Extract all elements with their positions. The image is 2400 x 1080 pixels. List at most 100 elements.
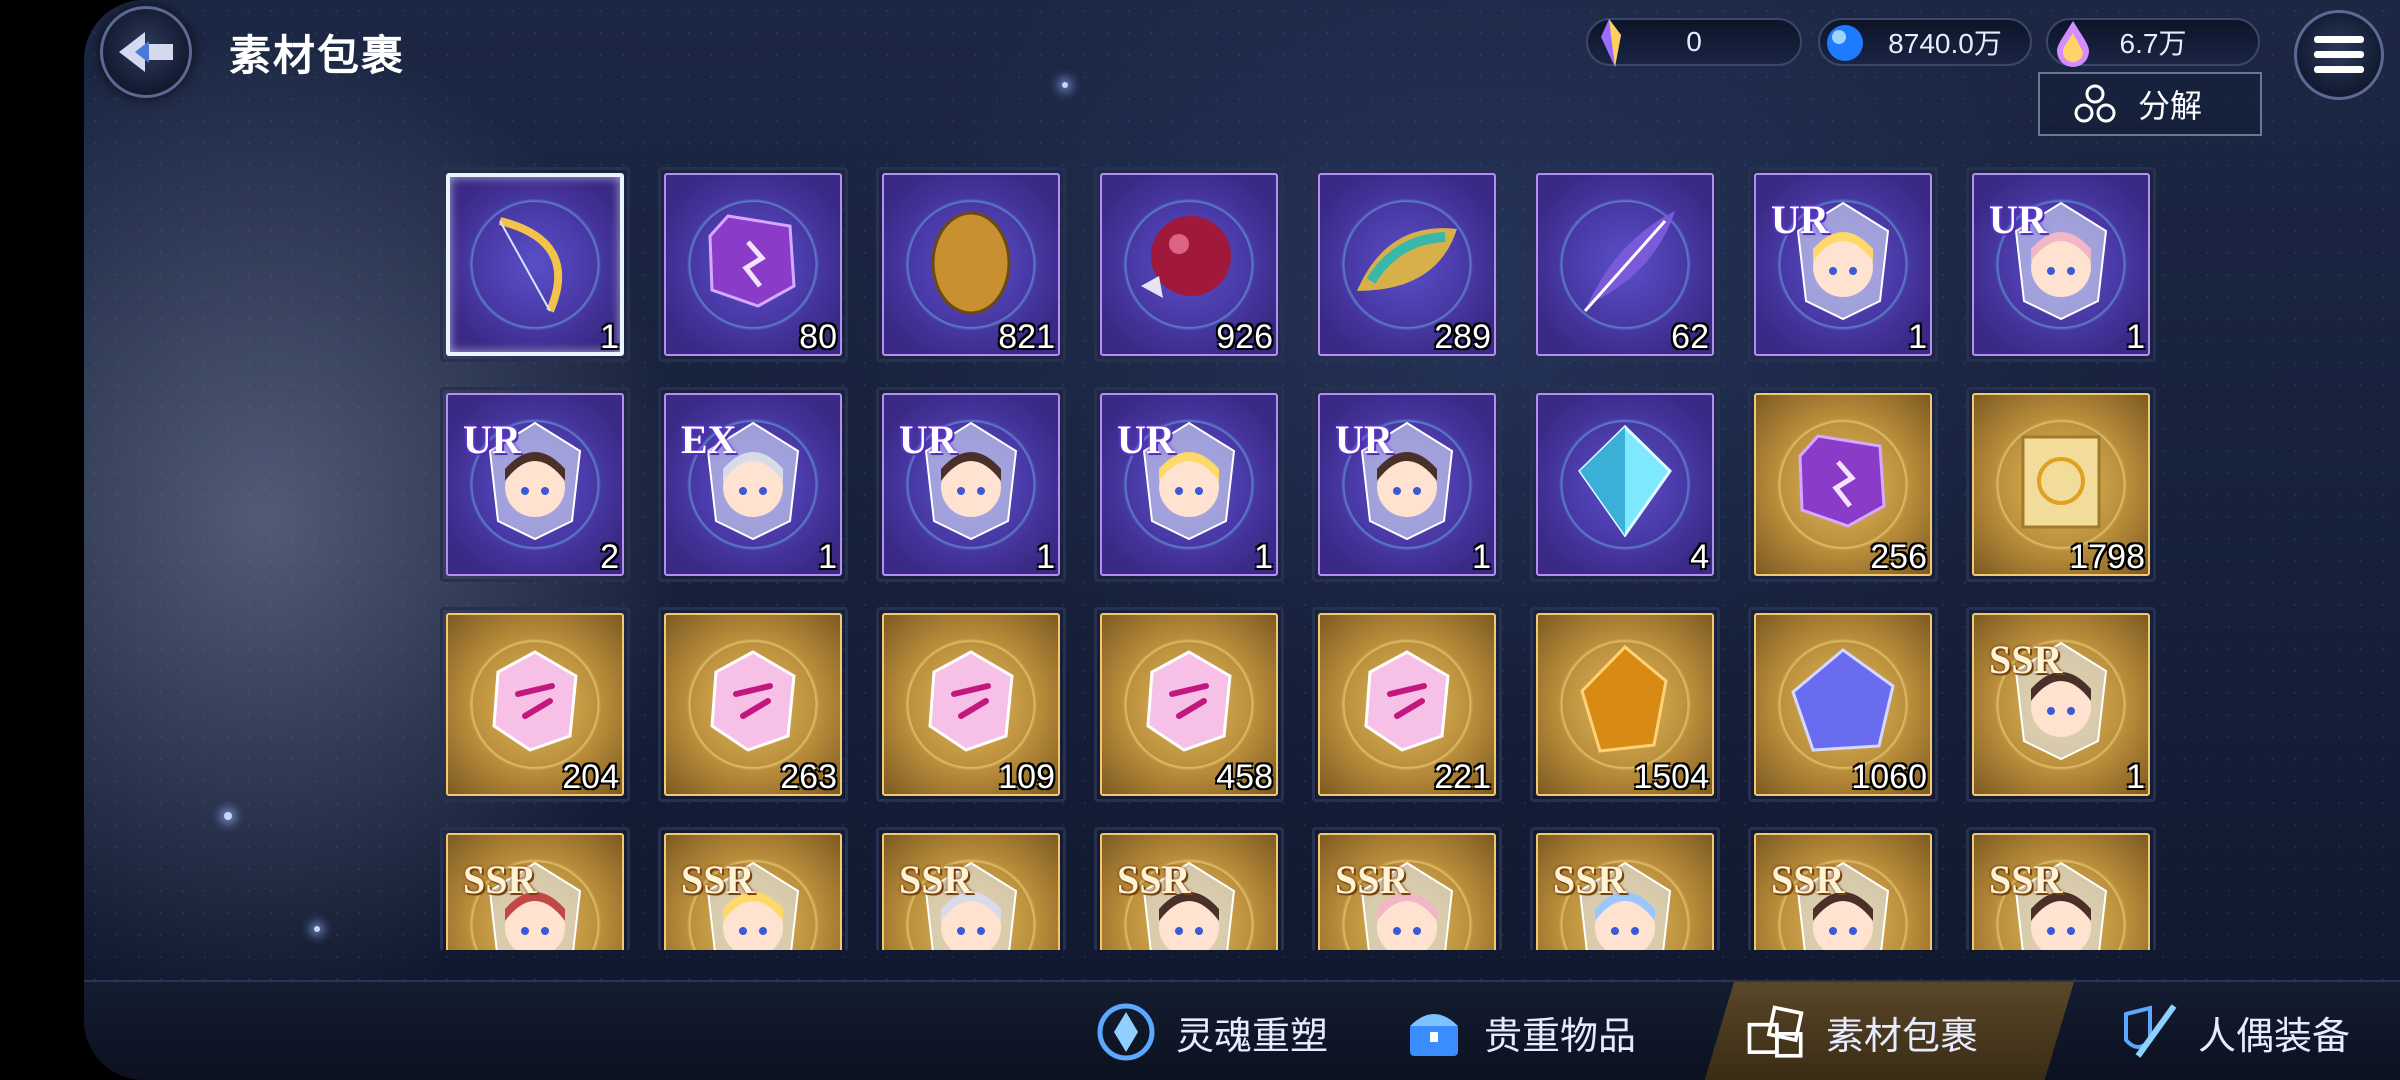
inventory-item[interactable]: 289 — [1312, 167, 1502, 362]
tab-label: 灵魂重塑 — [1176, 1015, 1329, 1058]
soul-reshape-icon — [1094, 1000, 1158, 1064]
rarity-badge: SSR — [1989, 637, 2063, 682]
item-count: 926 — [1216, 318, 1273, 356]
inventory-item[interactable]: 1798 — [1966, 387, 2156, 582]
rarity-badge: UR — [463, 417, 521, 462]
decompose-icon — [2074, 84, 2116, 123]
hamburger-menu-icon — [2314, 36, 2364, 73]
item-count: 221 — [1434, 758, 1491, 796]
rarity-badge: SSR — [1771, 857, 1845, 902]
inventory-item[interactable]: 221 — [1312, 607, 1502, 802]
inventory-item[interactable]: 204 — [440, 607, 630, 802]
decompose-button[interactable]: 分解 — [2038, 72, 2262, 136]
currency-drop[interactable]: 6.7万 — [2046, 18, 2260, 67]
pink-rune-flag-icon — [693, 641, 813, 761]
item-count: 1 — [2126, 318, 2145, 356]
currency-orb[interactable]: 8740.0万 — [1818, 18, 2032, 66]
pink-rune-flower-icon — [1129, 641, 1249, 761]
tab-material-package[interactable]: 素材包裹 — [1704, 982, 2074, 1080]
jeweled-leaf-icon — [1347, 201, 1467, 321]
feather-quill-icon — [1565, 201, 1685, 321]
inventory-item[interactable]: SSR — [1748, 827, 1938, 950]
item-count: 204 — [562, 758, 619, 796]
inventory-item[interactable]: 1 — [440, 167, 630, 362]
golden-bow-icon — [475, 201, 595, 321]
amber-gem-icon — [1565, 641, 1685, 761]
inventory-item[interactable]: 926 — [1094, 167, 1284, 362]
inventory-item[interactable]: 256 — [1748, 387, 1938, 582]
inventory-item[interactable]: UR 1 — [1966, 167, 2156, 362]
inventory-item[interactable]: SSR — [1312, 827, 1502, 950]
inventory-item[interactable]: UR 1 — [1094, 387, 1284, 582]
inventory-item[interactable]: SSR — [876, 827, 1066, 950]
blue-orb-icon — [1816, 14, 1874, 72]
tab-label: 人偶装备 — [2198, 1015, 2351, 1058]
item-count: 1 — [1908, 318, 1927, 356]
sword-shield-icon — [2116, 1000, 2180, 1064]
pink-rune-knot-icon — [1347, 641, 1467, 761]
item-count: 80 — [799, 318, 837, 356]
rarity-badge: UR — [1989, 197, 2047, 242]
item-count: 821 — [998, 318, 1055, 356]
inventory-item[interactable]: SSR — [440, 827, 630, 950]
golden-scroll-icon — [2001, 421, 2121, 541]
inventory-item[interactable]: SSR — [1530, 827, 1720, 950]
inventory-item[interactable]: SSR — [1094, 827, 1284, 950]
inventory-item[interactable]: EX 1 — [658, 387, 848, 582]
item-count: 1504 — [1633, 758, 1709, 796]
rarity-badge: UR — [1771, 197, 1829, 242]
rarity-badge: SSR — [1335, 857, 1409, 902]
tab-soul-reshape[interactable]: 灵魂重塑 — [1094, 982, 1328, 1080]
material-boxes-icon — [1744, 1000, 1808, 1064]
item-count: 1798 — [2069, 538, 2145, 576]
treasure-chest-icon — [1402, 1000, 1466, 1064]
item-count: 4 — [1690, 538, 1709, 576]
item-count: 289 — [1434, 318, 1491, 356]
item-count: 1 — [600, 318, 619, 356]
inventory-item[interactable]: 4 — [1530, 387, 1720, 582]
currency-crystal[interactable]: 0 — [1586, 18, 1802, 67]
inventory-item[interactable]: 62 — [1530, 167, 1720, 362]
game-screen: 素材包裹 0 8740.0万 6.7万 分解 1 80 821 926 289 … — [84, 0, 2400, 1080]
inventory-item[interactable]: UR 1 — [876, 387, 1066, 582]
inventory-item[interactable]: 458 — [1094, 607, 1284, 802]
rarity-badge: UR — [899, 417, 957, 462]
item-count: 1 — [1254, 538, 1273, 576]
inventory-item[interactable]: 109 — [876, 607, 1066, 802]
item-count: 1 — [1036, 538, 1055, 576]
menu-button[interactable] — [2294, 10, 2384, 100]
sparkle-decoration — [1062, 82, 1068, 88]
rarity-badge: EX — [681, 417, 737, 462]
item-count: 1 — [818, 538, 837, 576]
inventory-item[interactable]: 1504 — [1530, 607, 1720, 802]
rainbow-drop-icon — [2044, 14, 2102, 72]
inventory-item[interactable]: SSR — [1966, 827, 2156, 950]
tab-doll-equipment[interactable]: 人偶装备 — [2116, 982, 2350, 1080]
tab-label: 贵重物品 — [1484, 1015, 1637, 1058]
purple-rune-stone-icon — [693, 201, 813, 321]
inventory-item[interactable]: UR 2 — [440, 387, 630, 582]
rarity-badge: SSR — [1117, 857, 1191, 902]
crystal-shard-icon — [1584, 14, 1642, 72]
rarity-badge: UR — [1335, 417, 1393, 462]
inventory-item[interactable]: 263 — [658, 607, 848, 802]
inventory-item[interactable]: 821 — [876, 167, 1066, 362]
item-count: 263 — [780, 758, 837, 796]
back-arrow-icon — [119, 32, 173, 72]
sparkle-decoration — [224, 812, 232, 820]
blue-diamond-icon — [1565, 421, 1685, 541]
tab-valuables[interactable]: 贵重物品 — [1402, 982, 1636, 1080]
inventory-item[interactable]: 1060 — [1748, 607, 1938, 802]
back-button[interactable] — [100, 6, 192, 98]
sparkle-decoration — [314, 926, 320, 932]
inventory-item[interactable]: SSR — [658, 827, 848, 950]
item-count: 62 — [1671, 318, 1709, 356]
currency-crystal-value: 0 — [1686, 26, 1702, 57]
red-crystal-cluster-icon — [1129, 201, 1249, 321]
item-count: 1 — [2126, 758, 2145, 796]
inventory-item[interactable]: SSR 1 — [1966, 607, 2156, 802]
inventory-item[interactable]: UR 1 — [1748, 167, 1938, 362]
item-count: 1 — [1472, 538, 1491, 576]
inventory-item[interactable]: 80 — [658, 167, 848, 362]
inventory-item[interactable]: UR 1 — [1312, 387, 1502, 582]
